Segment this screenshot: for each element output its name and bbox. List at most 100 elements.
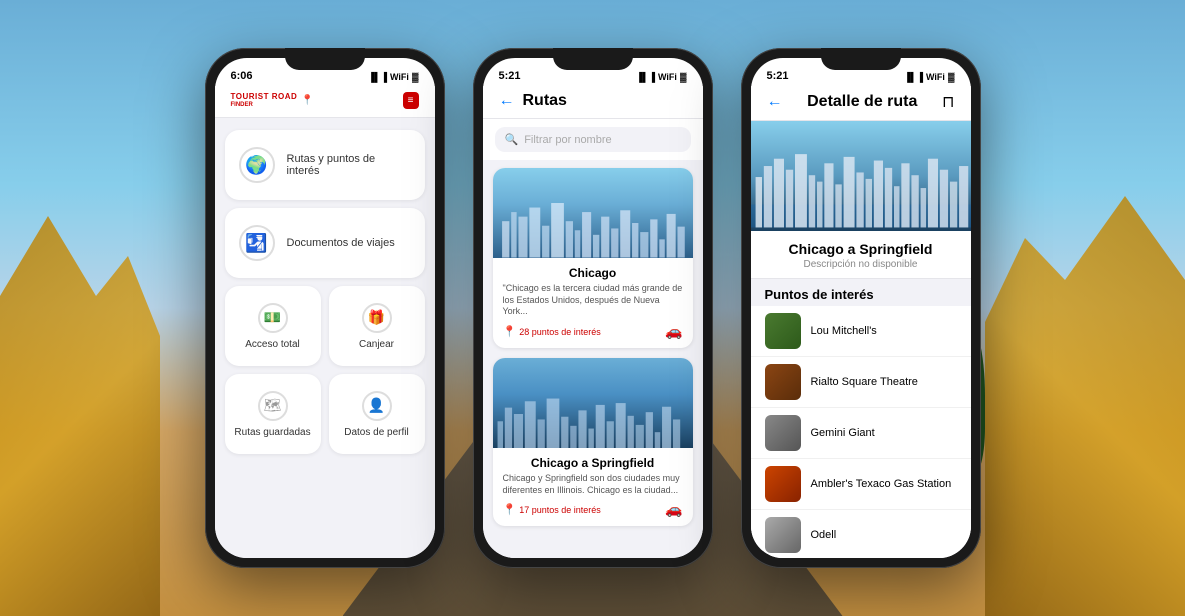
poi-name-1: Lou Mitchell's [811,325,877,337]
menu-item-access[interactable]: 💵 Acceso total [225,286,321,366]
poi-thumb-1 [765,313,801,349]
route-name-chicago-springfield: Chicago a Springfield [503,456,683,470]
phone-3-screen: 5:21 ▐▌▐ WiFi ▓ ← Detalle de ruta ⊓ [751,58,971,558]
poi-name-3: Gemini Giant [811,427,875,439]
battery-icon-3: ▓ [948,72,955,82]
phone-3: 5:21 ▐▌▐ WiFi ▓ ← Detalle de ruta ⊓ [741,48,981,568]
poi-section-title: Puntos de interés [751,279,971,306]
map-icon: 🗺 [258,391,288,421]
route-meta-chicago: 📍 28 puntos de interés 🚗 [503,323,683,340]
phone3-content: ← Detalle de ruta ⊓ [751,86,971,558]
menu-button[interactable]: ≡ [403,92,419,109]
poi-thumb-2 [765,364,801,400]
signal-icon-2: ▐▌▐ [636,72,655,82]
poi-thumb-4 [765,466,801,502]
menu-label-documents: Documentos de viajes [287,237,395,249]
wifi-icon-2: WiFi [658,72,677,82]
poi-thumb-5 [765,517,801,553]
battery-icon-2: ▓ [680,72,687,82]
menu-item-documents[interactable]: 🛂 Documentos de viajes [225,208,425,278]
poi-item-2[interactable]: Rialto Square Theatre [751,357,971,408]
poi-item-1[interactable]: Lou Mitchell's [751,306,971,357]
notch-1 [285,48,365,70]
search-bar-2: 🔍 Filtrar por nombre [483,119,703,160]
poi-name-4: Ambler's Texaco Gas Station [811,478,952,490]
brand-logo: TOURIST ROAD FINDER 📍 [231,93,314,108]
wifi-icon-3: WiFi [926,72,945,82]
route-detail-info: Chicago a Springfield Descripción no dis… [751,231,971,279]
menu-label-saved: Rutas guardadas [234,427,310,438]
menu-row-saved-profile: 🗺 Rutas guardadas 👤 Datos de perfil [225,374,425,454]
menu-item-redeem[interactable]: 🎁 Canjear [329,286,425,366]
poi-count-chicago-springfield: 📍 17 puntos de interés [503,503,601,516]
search-placeholder: Filtrar por nombre [524,134,611,146]
time-1: 6:06 [231,70,253,82]
globe-icon: 🌍 [239,147,275,183]
phones-container: 6:06 ▐▌▐ WiFi ▓ TOURIST ROAD FINDER [0,0,1185,616]
menu-label-routes: Rutas y puntos de interés [287,153,411,177]
car-icon-chicago-springfield: 🚗 [665,501,682,518]
screen-title-3: Detalle de ruta [807,93,917,111]
time-3: 5:21 [767,70,789,82]
menu-item-profile[interactable]: 👤 Datos de perfil [329,374,425,454]
route-img-chicago [493,168,693,258]
pin-icon-chicago: 📍 [503,325,517,338]
notch-2 [553,48,633,70]
menu-item-routes[interactable]: 🌍 Rutas y puntos de interés [225,130,425,200]
car-icon-chicago: 🚗 [665,323,682,340]
search-input-box[interactable]: 🔍 Filtrar por nombre [495,127,691,152]
route-detail-title: Chicago a Springfield [765,241,957,257]
phone1-content: TOURIST ROAD FINDER 📍 ≡ 🌍 Rutas y puntos… [215,86,435,558]
pin-icon-chicago-springfield: 📍 [503,503,517,516]
route-name-chicago: Chicago [503,266,683,280]
back-arrow-2[interactable]: ← [499,92,515,110]
poi-item-5[interactable]: Odell [751,510,971,558]
poi-item-4[interactable]: Ambler's Texaco Gas Station [751,459,971,510]
route-card-chicago-springfield[interactable]: Chicago a Springfield Chicago y Springfi… [493,358,693,526]
status-icons-2: ▐▌▐ WiFi ▓ [636,72,687,82]
route-desc-chicago-springfield: Chicago y Springfield son dos ciudades m… [503,473,683,496]
route-info-chicago: Chicago "Chicago es la tercera ciudad má… [493,258,693,348]
money-icon: 💵 [258,303,288,333]
phone-1: 6:06 ▐▌▐ WiFi ▓ TOURIST ROAD FINDER [205,48,445,568]
phone2-content: ← Rutas 🔍 Filtrar por nombre [483,86,703,558]
route-desc-chicago: "Chicago es la tercera ciudad más grande… [503,283,683,318]
route-detail-desc: Descripción no disponible [765,259,957,270]
back-arrow-3[interactable]: ← [767,93,783,111]
gift-icon: 🎁 [362,303,392,333]
phone2-header: ← Rutas [483,86,703,119]
menu-item-saved[interactable]: 🗺 Rutas guardadas [225,374,321,454]
poi-name-2: Rialto Square Theatre [811,376,918,388]
brand-subtitle: FINDER [231,102,298,108]
brand-name: TOURIST ROAD [231,93,298,102]
phone-2-screen: 5:21 ▐▌▐ WiFi ▓ ← Rutas 🔍 Filt [483,58,703,558]
phone1-menu: 🌍 Rutas y puntos de interés 🛂 Documentos… [215,118,435,558]
signal-icon-3: ▐▌▐ [904,72,923,82]
menu-label-access: Acceso total [245,339,299,350]
battery-icon: ▓ [412,72,419,82]
route-card-chicago[interactable]: Chicago "Chicago es la tercera ciudad má… [493,168,693,348]
routes-list: Chicago "Chicago es la tercera ciudad má… [483,160,703,558]
phone-2: 5:21 ▐▌▐ WiFi ▓ ← Rutas 🔍 Filt [473,48,713,568]
route-img-chicago-springfield [493,358,693,448]
phone-1-screen: 6:06 ▐▌▐ WiFi ▓ TOURIST ROAD FINDER [215,58,435,558]
status-icons-3: ▐▌▐ WiFi ▓ [904,72,955,82]
brand-text-block: TOURIST ROAD FINDER [231,93,298,108]
poi-name-5: Odell [811,529,837,541]
header-pin-icon: 📍 [301,95,313,106]
poi-item-3[interactable]: Gemini Giant [751,408,971,459]
bookmark-icon[interactable]: ⊓ [942,92,954,112]
route-info-chicago-springfield: Chicago a Springfield Chicago y Springfi… [493,448,693,526]
poi-count-chicago: 📍 28 puntos de interés [503,325,601,338]
signal-icon: ▐▌▐ [368,72,387,82]
status-icons-1: ▐▌▐ WiFi ▓ [368,72,419,82]
screen-title-2: Rutas [523,92,567,110]
wifi-icon: WiFi [390,72,409,82]
poi-list: Lou Mitchell's Rialto Square Theatre Gem… [751,306,971,558]
time-2: 5:21 [499,70,521,82]
route-detail-img [751,121,971,231]
search-icon: 🔍 [505,133,519,146]
menu-row-access-redeem: 💵 Acceso total 🎁 Canjear [225,286,425,366]
notch-3 [821,48,901,70]
passport-icon: 🛂 [239,225,275,261]
